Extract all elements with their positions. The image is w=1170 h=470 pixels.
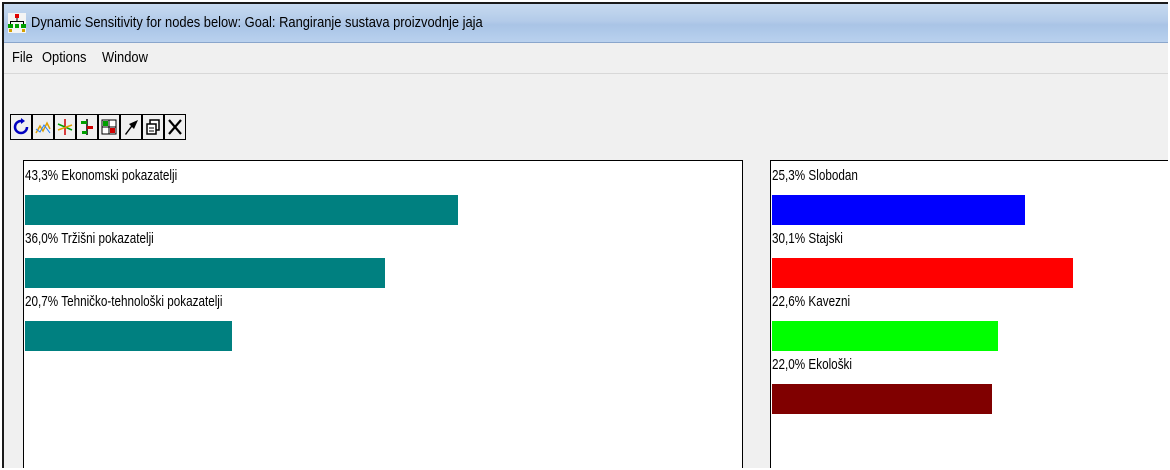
gradient-graph-button[interactable] (54, 114, 76, 140)
menu-options[interactable]: Options (42, 49, 86, 66)
performance-graph-button[interactable] (32, 114, 54, 140)
criteria-label-ekonomski: 43,3% Ekonomski pokazatelji (25, 167, 178, 184)
menu-window[interactable]: Window (102, 49, 148, 66)
two-d-graph-button[interactable] (98, 114, 120, 140)
gradient-graph-icon (57, 119, 73, 135)
criteria-bar-trzisni[interactable] (25, 258, 385, 288)
alternative-label-slobodan: 25,3% Slobodan (772, 167, 858, 184)
criteria-panel: 43,3% Ekonomski pokazatelji 36,0% Tržišn… (23, 160, 743, 468)
alternatives-panel: 25,3% Slobodan 30,1% Stajski 22,6% Kavez… (770, 160, 1168, 468)
copy-button[interactable] (142, 114, 164, 140)
alternative-bar-kavezni[interactable] (772, 321, 998, 351)
pointer-icon (125, 120, 138, 135)
menu-file[interactable]: File (12, 49, 33, 66)
toolbar (4, 74, 1168, 154)
criteria-label-trzisni: 36,0% Tržišni pokazatelji (25, 230, 154, 247)
window-title: Dynamic Sensitivity for nodes below: Goa… (31, 14, 483, 31)
performance-graph-icon (35, 121, 51, 134)
alternative-bar-ekoloski[interactable] (772, 384, 992, 414)
alternative-bar-slobodan[interactable] (772, 195, 1025, 225)
menu-bar: File Options Window (4, 43, 1168, 74)
refresh-button[interactable] (10, 114, 32, 140)
head-to-head-button[interactable] (76, 114, 98, 140)
head-to-head-icon (81, 119, 93, 135)
alternative-bar-stajski[interactable] (772, 258, 1073, 288)
alternative-label-stajski: 30,1% Stajski (772, 230, 843, 247)
app-tree-icon (8, 13, 26, 33)
criteria-bar-tehnicko[interactable] (25, 321, 232, 351)
pointer-button[interactable] (120, 114, 142, 140)
title-bar[interactable]: Dynamic Sensitivity for nodes below: Goa… (4, 4, 1168, 43)
close-icon (168, 119, 182, 135)
alternative-label-ekoloski: 22,0% Ekološki (772, 356, 852, 373)
alternative-label-kavezni: 22,6% Kavezni (772, 293, 851, 310)
sensitivity-window: Dynamic Sensitivity for nodes below: Goa… (2, 2, 1168, 468)
criteria-bar-ekonomski[interactable] (25, 195, 458, 225)
refresh-icon (13, 118, 29, 135)
two-d-graph-icon (101, 119, 117, 135)
criteria-label-tehnicko: 20,7% Tehničko-tehnološki pokazatelji (25, 293, 223, 310)
copy-icon (146, 119, 160, 135)
close-button[interactable] (164, 114, 186, 140)
